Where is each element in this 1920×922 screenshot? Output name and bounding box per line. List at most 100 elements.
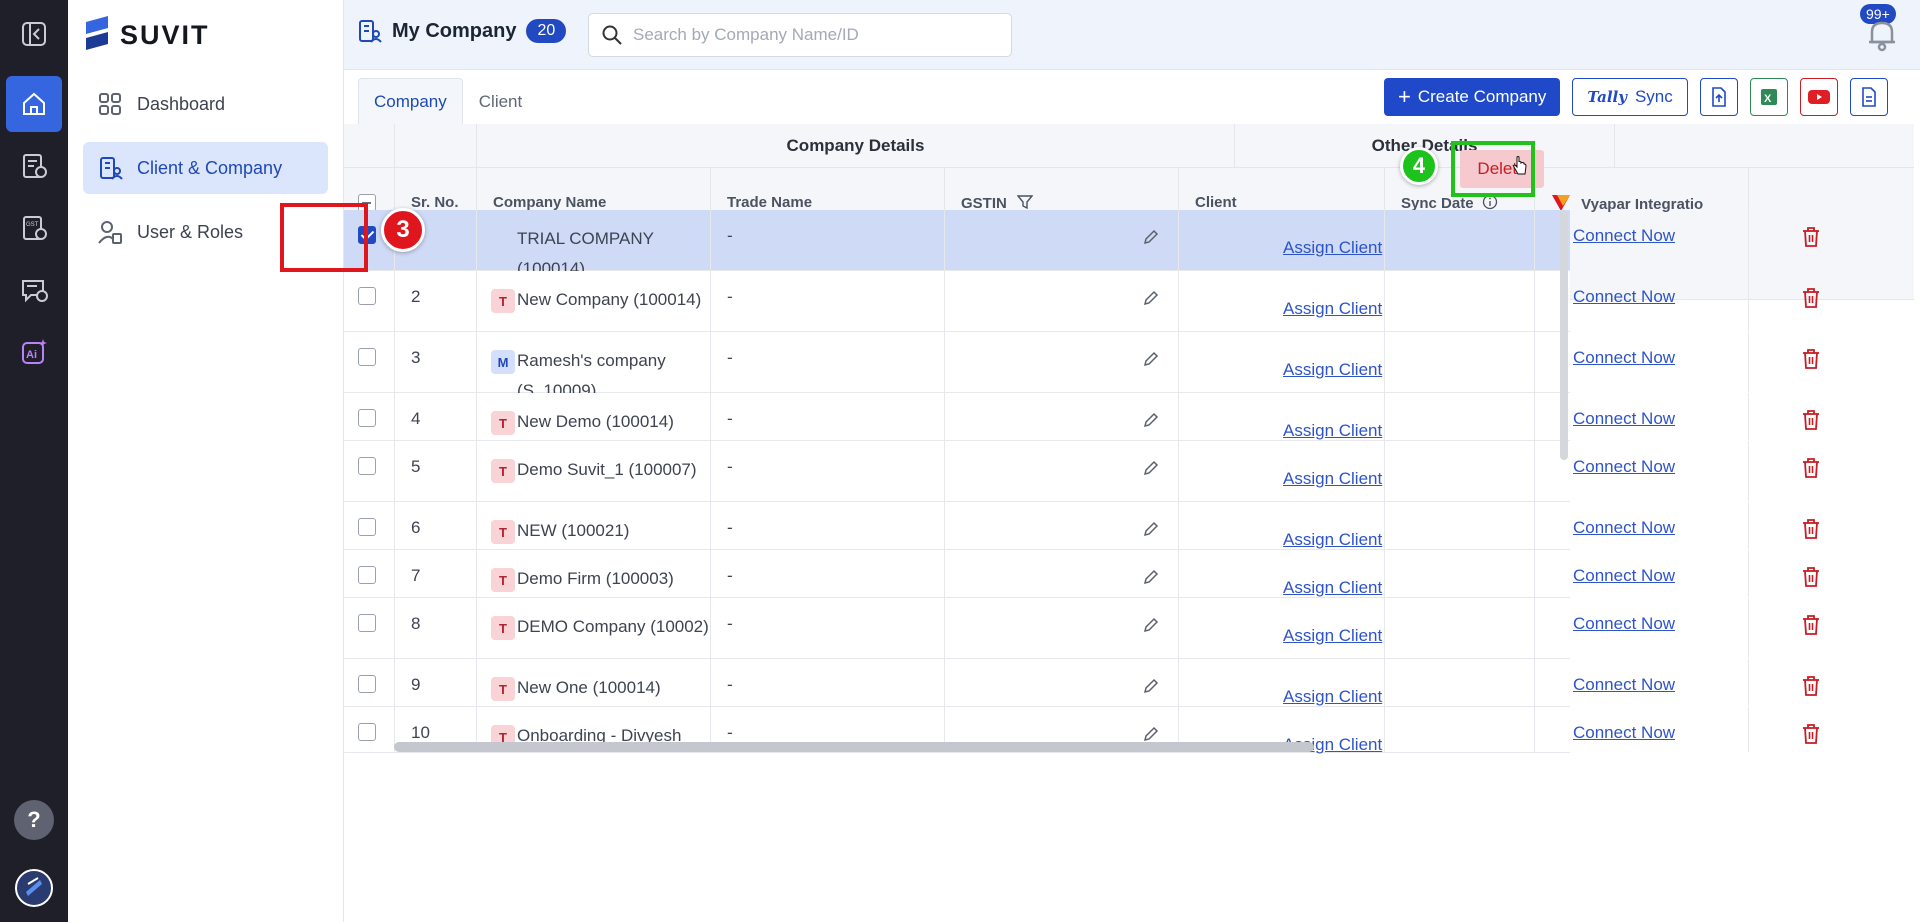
brand-logo[interactable]: SUVIT <box>82 14 210 56</box>
edit-gstin-icon[interactable] <box>1142 677 1160 695</box>
row-checkbox[interactable] <box>358 566 376 584</box>
company-name-cell: T DEMO Company (10002) <box>476 598 710 658</box>
source-badge: T <box>491 677 515 701</box>
assign-client-link[interactable]: Assign Client <box>1283 530 1382 550</box>
edit-gstin-icon[interactable] <box>1142 350 1160 368</box>
source-badge: T <box>491 520 515 544</box>
assign-client-link[interactable]: Assign Client <box>1283 687 1382 707</box>
assign-client-link[interactable]: Assign Client <box>1283 299 1382 319</box>
row-checkbox[interactable] <box>358 723 376 741</box>
connect-now-link[interactable]: Connect Now <box>1573 226 1675 246</box>
tally-sync-button[interactable]: Tally Sync <box>1572 78 1688 116</box>
trade-name-cell: - <box>710 659 944 706</box>
horizontal-scrollbar[interactable] <box>394 742 1314 752</box>
edit-gstin-icon[interactable] <box>1142 520 1160 538</box>
filter-icon[interactable] <box>1016 194 1034 210</box>
table-row[interactable]: 5 T Demo Suvit_1 (100007) - Assign Client Con… <box>344 441 1819 502</box>
assign-client-link[interactable]: Assign Client <box>1283 421 1382 441</box>
create-company-button[interactable]: + Create Company <box>1384 78 1561 116</box>
client-cell: Assign Client <box>1178 210 1384 270</box>
connect-now-link[interactable]: Connect Now <box>1573 566 1675 586</box>
assign-client-link[interactable]: Assign Client <box>1283 238 1382 258</box>
company-name-cell: TRIAL COMPANY (100014) <box>476 210 710 278</box>
assign-client-link[interactable]: Assign Client <box>1283 360 1382 380</box>
edit-gstin-icon[interactable] <box>1142 411 1160 429</box>
excel-export-button[interactable]: X <box>1749 78 1788 116</box>
table-row[interactable]: 3 M Ramesh's company (S_10009) - Assign Clie… <box>344 332 1819 400</box>
trash-icon[interactable] <box>1801 226 1821 248</box>
connect-now-link[interactable]: Connect Now <box>1573 675 1675 695</box>
ai-icon: Ai <box>22 339 47 364</box>
trash-icon[interactable] <box>1801 348 1821 370</box>
row-select-cell <box>344 441 394 501</box>
row-checkbox[interactable] <box>358 518 376 536</box>
assign-client-link[interactable]: Assign Client <box>1283 578 1382 598</box>
edit-gstin-icon[interactable] <box>1142 228 1160 246</box>
row-checkbox[interactable] <box>358 457 376 475</box>
vertical-scrollbar[interactable] <box>1560 210 1568 460</box>
connect-now-link[interactable]: Connect Now <box>1573 723 1675 743</box>
table-row[interactable]: 9 T New One (100014) - Assign Client Connect … <box>344 659 1819 707</box>
collapse-sidebar-button[interactable] <box>6 6 62 62</box>
trade-name-cell: - <box>710 332 944 392</box>
table-row[interactable]: 6 T NEW (100021) - Assign Client Connect Now <box>344 502 1819 550</box>
assign-client-link[interactable]: Assign Client <box>1283 469 1382 489</box>
edit-gstin-icon[interactable] <box>1142 725 1160 743</box>
table-row[interactable]: 8 T DEMO Company (10002) - Assign Client Conn… <box>344 598 1819 659</box>
trash-icon[interactable] <box>1801 409 1821 431</box>
connect-now-link[interactable]: Connect Now <box>1573 409 1675 429</box>
row-checkbox[interactable] <box>358 348 376 366</box>
connect-now-link[interactable]: Connect Now <box>1573 614 1675 634</box>
edit-gstin-icon[interactable] <box>1142 616 1160 634</box>
sidebar-item-client-company[interactable]: Client & Company <box>83 142 328 194</box>
collapse-icon <box>22 22 46 46</box>
rail-gst-button[interactable]: GST <box>6 200 62 256</box>
table-row[interactable]: 2 T New Company (100014) - Assign Client Conn… <box>344 271 1819 332</box>
trade-name-cell: - <box>710 441 944 501</box>
trash-icon[interactable] <box>1801 566 1821 588</box>
vyapar-cell: Connect Now <box>1534 502 1748 549</box>
profile-avatar[interactable] <box>6 860 62 916</box>
trash-icon[interactable] <box>1801 518 1821 540</box>
company-search[interactable] <box>588 13 1012 57</box>
tab-client[interactable]: Client <box>463 78 538 124</box>
rail-messages-button[interactable] <box>6 262 62 318</box>
search-input[interactable] <box>633 25 993 45</box>
bell-icon[interactable] <box>1862 14 1902 54</box>
svg-text:GST: GST <box>26 222 39 228</box>
connect-now-link[interactable]: Connect Now <box>1573 457 1675 477</box>
actions-cell <box>1748 332 1914 392</box>
trash-icon[interactable] <box>1801 457 1821 479</box>
rail-reports-button[interactable] <box>6 138 62 194</box>
connect-now-link[interactable]: Connect Now <box>1573 518 1675 538</box>
suvit-avatar-icon <box>15 869 53 907</box>
trash-icon[interactable] <box>1801 614 1821 636</box>
row-select-cell <box>344 707 394 752</box>
row-checkbox[interactable] <box>358 675 376 693</box>
trash-icon[interactable] <box>1801 723 1821 745</box>
plus-icon: + <box>1398 84 1411 109</box>
sidebar-item-dashboard[interactable]: Dashboard <box>83 78 328 130</box>
assign-client-link[interactable]: Assign Client <box>1283 626 1382 646</box>
table-row[interactable]: 4 T New Demo (100014) - Assign Client Connect… <box>344 393 1819 441</box>
row-checkbox[interactable] <box>358 287 376 305</box>
rail-ai-button[interactable]: Ai <box>6 324 62 380</box>
rail-home-button[interactable] <box>6 76 62 132</box>
connect-now-link[interactable]: Connect Now <box>1573 287 1675 307</box>
help-button[interactable]: ? <box>6 792 62 848</box>
table-row[interactable]: 7 T Demo Firm (100003) - Assign Client Connec… <box>344 550 1819 598</box>
trash-icon[interactable] <box>1801 675 1821 697</box>
youtube-tutorial-button[interactable] <box>1799 78 1838 116</box>
trade-name-cell: - <box>710 550 944 597</box>
upload-file-button[interactable] <box>1699 78 1738 116</box>
edit-gstin-icon[interactable] <box>1142 568 1160 586</box>
connect-now-link[interactable]: Connect Now <box>1573 348 1675 368</box>
row-checkbox[interactable] <box>358 409 376 427</box>
edit-gstin-icon[interactable] <box>1142 289 1160 307</box>
table-row[interactable]: 1TRIAL COMPANY (100014)-Assign ClientCon… <box>344 210 1819 278</box>
trash-icon[interactable] <box>1801 287 1821 309</box>
document-button[interactable] <box>1849 78 1888 116</box>
row-checkbox[interactable] <box>358 614 376 632</box>
edit-gstin-icon[interactable] <box>1142 459 1160 477</box>
tab-company[interactable]: Company <box>358 78 463 124</box>
